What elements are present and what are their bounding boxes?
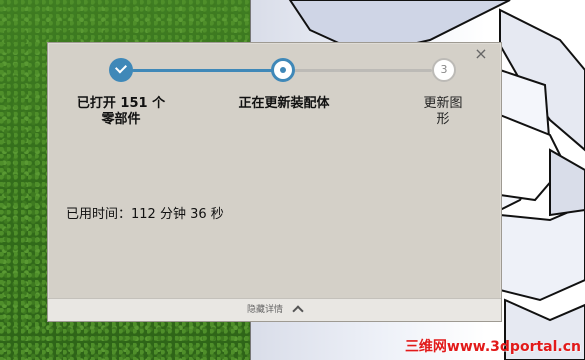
dot-icon xyxy=(280,67,286,73)
check-icon xyxy=(114,61,128,74)
hide-details-button[interactable]: 隐藏详情 xyxy=(48,302,501,317)
step-3-number: 3 xyxy=(440,63,448,76)
progress-stepper: 3 已打开 151 个零部件 正在更新装配体 更新图形 xyxy=(48,43,501,163)
step-2-indicator xyxy=(271,58,295,82)
step-1-label: 已打开 151 个零部件 xyxy=(76,96,166,127)
workspace-canvas: × 3 已打开 151 个零部件 正在更新装配体 更新图形 已用时间：112 分… xyxy=(0,0,585,360)
watermark-text: 三维网www.3dportal.cn xyxy=(404,339,581,355)
progress-track-completed xyxy=(132,69,274,72)
hide-details-label[interactable]: 隐藏详情 xyxy=(247,305,283,315)
step-2-label: 正在更新装配体 xyxy=(238,96,330,111)
dialog-footer: 隐藏详情 xyxy=(48,298,501,321)
elapsed-time-text: 已用时间：112 分钟 36 秒 xyxy=(66,207,224,222)
progress-track-remaining xyxy=(294,69,432,72)
step-3-indicator: 3 xyxy=(432,58,456,82)
chevron-up-icon[interactable] xyxy=(292,305,304,317)
step-3-label: 更新图形 xyxy=(423,96,463,127)
progress-dialog: × 3 已打开 151 个零部件 正在更新装配体 更新图形 已用时间：112 分… xyxy=(47,42,502,322)
step-1-indicator xyxy=(109,58,133,82)
